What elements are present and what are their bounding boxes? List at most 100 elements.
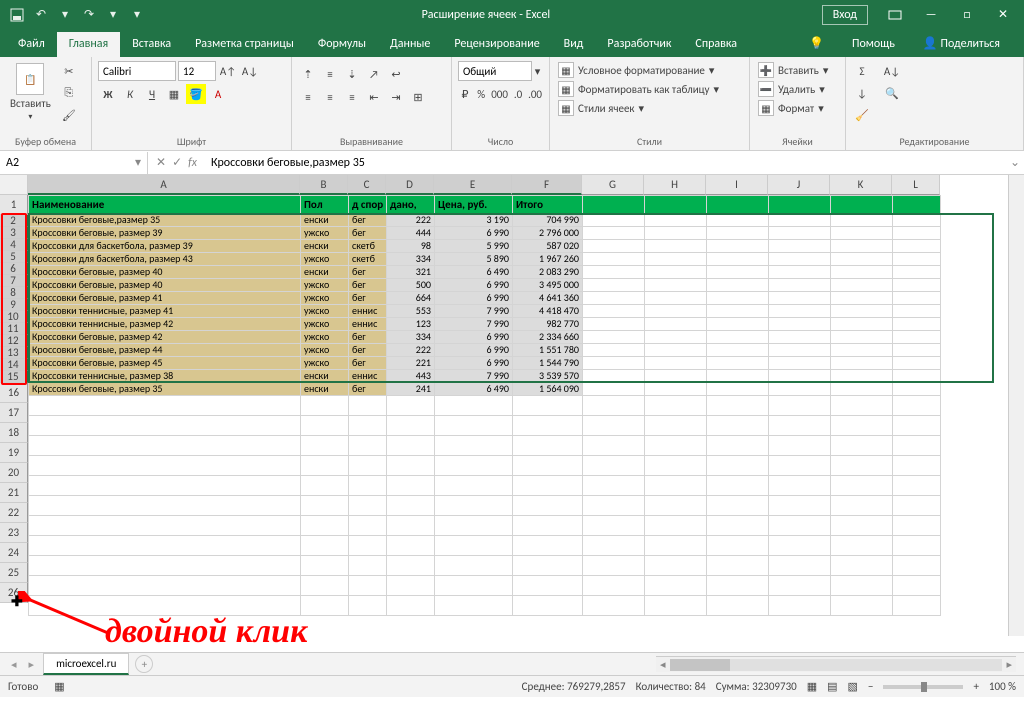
cell[interactable] — [831, 556, 893, 576]
italic-button[interactable]: К — [120, 84, 140, 104]
close-icon[interactable]: ✕ — [986, 4, 1020, 26]
cell[interactable]: 1 544 790 — [513, 357, 583, 370]
cell[interactable]: 587 020 — [513, 240, 583, 253]
merge-icon[interactable]: ⊞ — [408, 87, 428, 107]
accept-edit-icon[interactable]: ✓ — [172, 155, 182, 170]
cell[interactable] — [769, 596, 831, 616]
cell[interactable] — [769, 536, 831, 556]
cell[interactable] — [349, 396, 387, 416]
column-header[interactable]: G — [582, 175, 644, 195]
cell[interactable] — [769, 576, 831, 596]
cell[interactable]: 1 551 780 — [513, 344, 583, 357]
cell[interactable] — [893, 536, 941, 556]
cell[interactable] — [645, 576, 707, 596]
cell[interactable] — [645, 196, 707, 214]
macro-record-icon[interactable]: ▦ — [54, 680, 64, 693]
cell[interactable]: енски — [301, 383, 349, 396]
cell[interactable]: енски — [301, 370, 349, 383]
cell[interactable]: бег — [349, 344, 387, 357]
cell[interactable] — [349, 436, 387, 456]
cell[interactable]: бег — [349, 279, 387, 292]
row-header[interactable]: 19 — [0, 443, 28, 463]
cell[interactable] — [583, 357, 645, 370]
cell[interactable] — [769, 516, 831, 536]
cell[interactable] — [769, 396, 831, 416]
save-icon[interactable] — [6, 4, 28, 26]
cell[interactable] — [435, 456, 513, 476]
cell[interactable] — [831, 266, 893, 279]
cell[interactable] — [583, 253, 645, 266]
cell[interactable] — [645, 292, 707, 305]
cell[interactable]: еннис — [349, 318, 387, 331]
cell[interactable] — [707, 416, 769, 436]
cell[interactable] — [707, 456, 769, 476]
align-middle-icon[interactable]: ≡ — [320, 64, 340, 84]
cell[interactable]: ужско — [301, 318, 349, 331]
cell[interactable] — [513, 576, 583, 596]
cell[interactable] — [387, 436, 435, 456]
cell[interactable] — [435, 496, 513, 516]
cell[interactable] — [893, 253, 941, 266]
sheet-nav-next-icon[interactable]: ▸ — [26, 658, 38, 671]
cell[interactable] — [707, 516, 769, 536]
cell[interactable] — [893, 305, 941, 318]
column-header[interactable]: E — [434, 175, 512, 195]
cell[interactable]: енски — [301, 240, 349, 253]
cell[interactable] — [831, 576, 893, 596]
cell[interactable]: 553 — [387, 305, 435, 318]
cell[interactable] — [583, 396, 645, 416]
cell[interactable] — [583, 576, 645, 596]
cell[interactable]: Пол — [301, 196, 349, 214]
cell[interactable] — [831, 536, 893, 556]
cell[interactable] — [831, 214, 893, 227]
column-header[interactable]: C — [348, 175, 386, 195]
cell[interactable] — [29, 456, 301, 476]
clear-icon[interactable]: 🧹 — [852, 105, 872, 125]
cell[interactable] — [583, 556, 645, 576]
cell[interactable] — [645, 496, 707, 516]
cell[interactable] — [831, 253, 893, 266]
cell[interactable]: 98 — [387, 240, 435, 253]
cell[interactable] — [707, 536, 769, 556]
align-bottom-icon[interactable]: ⇣ — [342, 64, 362, 84]
cell[interactable] — [583, 292, 645, 305]
format-painter-icon[interactable]: 🖌 — [59, 105, 79, 125]
cell[interactable] — [435, 536, 513, 556]
cell[interactable] — [645, 556, 707, 576]
zoom-out-icon[interactable]: − — [868, 680, 873, 693]
cell[interactable] — [893, 396, 941, 416]
bold-button[interactable]: Ж — [98, 84, 118, 104]
cell[interactable] — [301, 536, 349, 556]
cell[interactable] — [301, 516, 349, 536]
cell[interactable] — [349, 596, 387, 616]
column-header[interactable]: K — [830, 175, 892, 195]
cell[interactable]: 6 990 — [435, 292, 513, 305]
sort-filter-icon[interactable]: A↓ — [882, 61, 902, 81]
tab-формулы[interactable]: Формулы — [306, 32, 378, 57]
cell[interactable] — [769, 331, 831, 344]
cell[interactable] — [707, 436, 769, 456]
scroll-right-icon[interactable]: ▸ — [1002, 658, 1016, 671]
cell[interactable] — [893, 496, 941, 516]
cell[interactable] — [893, 279, 941, 292]
cell[interactable] — [513, 456, 583, 476]
cell[interactable]: ужско — [301, 227, 349, 240]
cell[interactable] — [513, 536, 583, 556]
cell[interactable]: Кроссовки для баскетбола, размер 39 — [29, 240, 301, 253]
cell[interactable]: 4 641 360 — [513, 292, 583, 305]
cell[interactable]: Кроссовки беговые, размер 40 — [29, 279, 301, 292]
formula-bar[interactable]: Кроссовки беговые,размер 35 — [205, 156, 1006, 170]
cell[interactable] — [831, 357, 893, 370]
cell[interactable] — [707, 292, 769, 305]
cell[interactable] — [645, 279, 707, 292]
qat-customize-icon[interactable]: ▾ — [126, 4, 148, 26]
cell[interactable]: ужско — [301, 292, 349, 305]
cell[interactable] — [769, 476, 831, 496]
cell[interactable]: Цена, руб. — [435, 196, 513, 214]
cell[interactable]: ужско — [301, 344, 349, 357]
cell[interactable] — [831, 496, 893, 516]
cell[interactable]: 222 — [387, 214, 435, 227]
cell[interactable]: 1 564 090 — [513, 383, 583, 396]
cell[interactable]: д спор — [349, 196, 387, 214]
cell[interactable] — [301, 576, 349, 596]
